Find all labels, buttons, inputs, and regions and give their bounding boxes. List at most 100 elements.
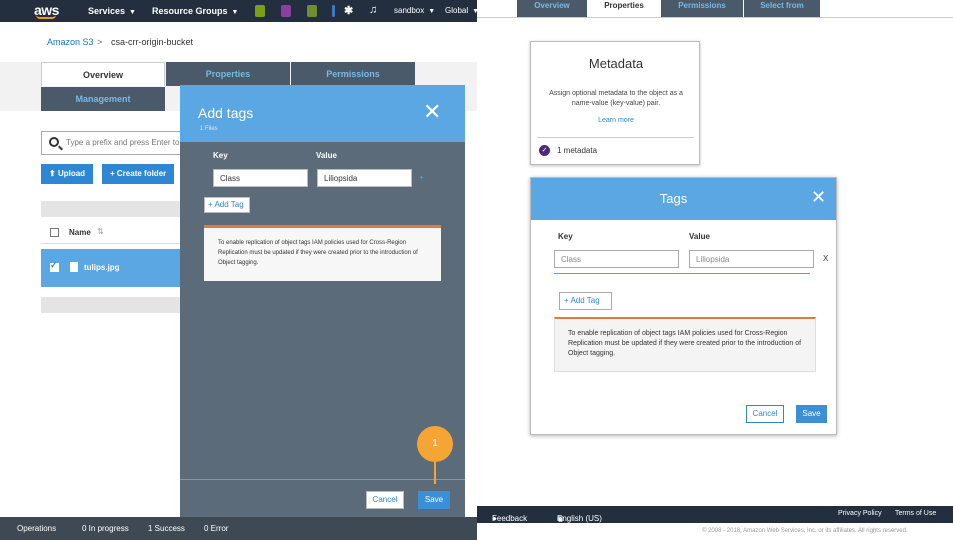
list-toolbar (41, 201, 191, 217)
pin-icon[interactable]: ✱ (344, 4, 353, 17)
tag-row-underline (554, 273, 810, 274)
tags-dialog: Tags ✕ Key Value Class Liliopsida X + Ad… (530, 177, 837, 435)
tab-permissions[interactable]: Permissions (291, 62, 415, 86)
plus-icon: + (110, 169, 117, 178)
upload-button[interactable]: ⬆ Upload (41, 164, 94, 184)
object-properties-view: Overview Properties Permissions Select f… (477, 0, 953, 540)
close-icon[interactable]: ✕ (423, 101, 441, 123)
check-icon: ✓ (539, 145, 550, 156)
learn-more-link[interactable]: Learn more (531, 117, 701, 124)
copyright-text: © 2008 - 2018, Amazon Web Services, Inc.… (702, 528, 908, 534)
aws-smile-icon (36, 15, 56, 19)
chevron-down-icon: ▼ (129, 9, 136, 16)
tab-permissions[interactable]: Permissions (661, 0, 743, 17)
prefix-search-input[interactable]: Type a prefix and press Enter to (41, 131, 201, 155)
status-bar: Operations 0 In progress 1 Success 0 Err… (0, 517, 477, 540)
metadata-description: Assign optional metadata to the object a… (549, 90, 683, 107)
breadcrumb: Amazon S3 > csa-crr-origin-bucket (0, 22, 477, 62)
chevron-down-icon: ▼ (231, 9, 239, 16)
tags-title: Tags (659, 191, 688, 206)
callout-pointer (434, 462, 436, 484)
region-label: Global (445, 6, 469, 15)
add-tags-title: Add tags (198, 105, 254, 121)
column-name-header[interactable]: Name (69, 228, 91, 237)
service-shortcut-icon[interactable] (255, 5, 265, 17)
tab-management[interactable]: Management (41, 87, 165, 111)
breadcrumb-bucket: csa-crr-origin-bucket (111, 37, 194, 47)
feedback-label: Feedback (492, 514, 528, 523)
s3-console: aws Services ▼ Resource Groups ▼ ✱ ♫ sandb… (0, 0, 477, 540)
upload-label: Upload (57, 169, 86, 178)
row-checkbox[interactable] (50, 260, 59, 272)
image-file-icon (70, 262, 78, 272)
replication-warning: To enable replication of object tags IAM… (554, 317, 816, 372)
create-folder-label: Create folder (116, 169, 167, 178)
select-all-checkbox[interactable] (50, 228, 59, 237)
replication-warning: To enable replication of object tags IAM… (204, 225, 441, 281)
remove-tag-icon[interactable]: • (420, 173, 423, 182)
bell-icon[interactable]: ♫ (369, 4, 377, 16)
step-callout-badge: 1 (417, 426, 453, 462)
file-name[interactable]: tulips.jpg (84, 263, 120, 272)
divider (537, 137, 694, 138)
cancel-button[interactable]: Cancel (746, 405, 784, 423)
services-menu[interactable]: Services ▼ (88, 6, 136, 16)
terms-of-use-link[interactable]: Terms of Use (895, 510, 936, 517)
sort-icon[interactable]: ⇅ (97, 227, 104, 236)
tab-divider (477, 17, 953, 18)
search-placeholder: Type a prefix and press Enter to (66, 138, 180, 147)
operations-label[interactable]: Operations (17, 524, 56, 533)
metadata-title: Metadata (588, 56, 644, 71)
tag-value-input[interactable]: Liliopsida (689, 250, 814, 268)
add-tag-button[interactable]: + Add Tag (559, 292, 612, 310)
save-button[interactable]: Save (796, 405, 827, 423)
account-menu[interactable]: sandbox ▼ (394, 6, 435, 15)
region-menu[interactable]: Global ▼ (445, 6, 477, 15)
in-progress-count: 0 In progress (82, 524, 129, 533)
tab-select-from[interactable]: Select from (744, 0, 820, 17)
footer-bar: ● Feedback ◉ English (US) Privacy Policy… (477, 506, 953, 523)
close-icon[interactable]: ✕ (811, 188, 826, 206)
value-label: Value (689, 232, 710, 241)
add-tag-label: Add Tag (570, 296, 600, 305)
table-row[interactable]: tulips.jpg (41, 249, 191, 287)
breadcrumb-amazon-s3[interactable]: Amazon S3 (47, 37, 94, 47)
tag-value-input[interactable]: Liliopsida (317, 169, 412, 187)
tag-key-input[interactable]: Class (554, 250, 679, 268)
service-shortcut-icon[interactable] (281, 5, 291, 17)
tab-properties[interactable]: Properties (588, 0, 660, 17)
breadcrumb-separator: > (97, 37, 103, 47)
tag-key-input[interactable]: Class (213, 169, 308, 187)
error-count: 0 Error (204, 524, 229, 533)
tab-properties[interactable]: Properties (166, 62, 290, 86)
search-icon (49, 137, 59, 147)
tab-overview[interactable]: Overview (517, 0, 587, 17)
add-tag-button[interactable]: + Add Tag (204, 197, 250, 213)
cancel-button[interactable]: Cancel (366, 491, 404, 509)
chevron-down-icon: ▼ (428, 8, 436, 15)
tab-overview[interactable]: Overview (41, 62, 165, 86)
services-label: Services (88, 6, 126, 16)
add-tag-label: Add Tag (214, 200, 244, 209)
table-row-placeholder (41, 297, 191, 313)
key-label: Key (558, 232, 573, 241)
remove-tag-button[interactable]: X (823, 254, 828, 263)
service-shortcut-icon[interactable] (332, 5, 335, 17)
files-count: 1 Files (200, 126, 218, 132)
column-header: Name ⇅ (41, 220, 191, 244)
key-label: Key (213, 151, 228, 160)
metadata-card[interactable]: Metadata Assign optional metadata to the… (530, 41, 700, 165)
success-count: 1 Success (148, 524, 185, 533)
privacy-policy-link[interactable]: Privacy Policy (838, 510, 882, 517)
service-shortcut-icon[interactable] (307, 5, 317, 17)
value-label: Value (316, 151, 337, 160)
resource-groups-menu[interactable]: Resource Groups ▼ (152, 6, 238, 16)
resource-groups-label: Resource Groups (152, 6, 228, 16)
create-folder-button[interactable]: + Create folder (102, 164, 175, 184)
top-navigation-bar: aws Services ▼ Resource Groups ▼ ✱ ♫ sandb… (0, 0, 477, 22)
upload-icon: ⬆ (49, 169, 58, 178)
save-button[interactable]: Save (418, 491, 450, 509)
account-label: sandbox (394, 6, 425, 15)
console-footer: ● Feedback ◉ English (US) Privacy Policy… (477, 506, 953, 540)
language-label: English (US) (557, 514, 602, 523)
